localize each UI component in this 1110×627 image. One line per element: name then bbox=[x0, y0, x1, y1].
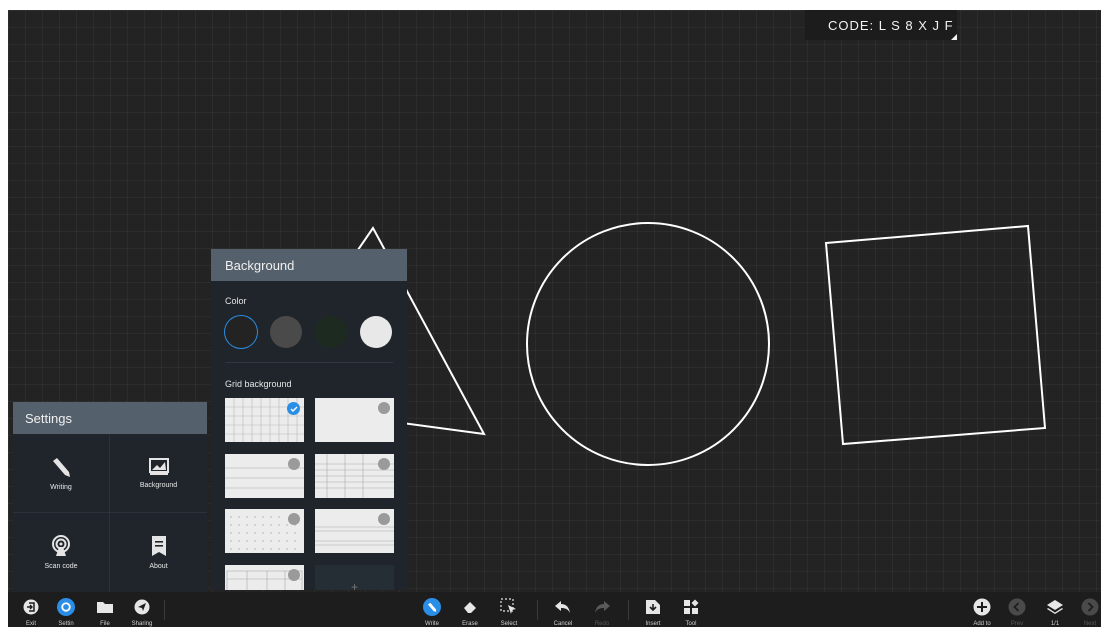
unselected-radio-icon bbox=[378, 402, 390, 414]
code-text: CODE: L S 8 X J F bbox=[828, 17, 954, 33]
grid-tile-dots[interactable] bbox=[225, 509, 304, 553]
pen-icon bbox=[423, 598, 441, 616]
exit-icon bbox=[22, 598, 40, 616]
settings-panel: Settings Writing Background Scan code Ab… bbox=[13, 402, 207, 592]
redo-button[interactable]: Redo bbox=[584, 592, 620, 627]
color-label: Color bbox=[225, 296, 247, 306]
toolbar-label: Exit bbox=[25, 621, 36, 627]
toolbar-separator bbox=[164, 600, 165, 620]
settings-title: Settings bbox=[13, 402, 207, 434]
background-panel: Background Color Grid background + bbox=[211, 249, 407, 590]
sharing-button[interactable]: Sharing bbox=[124, 592, 160, 627]
toolbar-label: Next bbox=[1083, 621, 1097, 627]
toolbar-label: Tool bbox=[685, 621, 697, 627]
unselected-radio-icon bbox=[288, 458, 300, 470]
settings-icon bbox=[57, 598, 75, 616]
code-badge: CODE: L S 8 X J F bbox=[805, 10, 957, 40]
grid-tile-square[interactable] bbox=[225, 398, 304, 442]
grid-background-label: Grid background bbox=[225, 379, 292, 389]
broadcast-icon bbox=[52, 535, 70, 556]
grid-tile-double-lines[interactable] bbox=[315, 509, 394, 553]
redo-icon bbox=[593, 598, 611, 616]
folder-icon bbox=[96, 598, 114, 616]
prev-page-icon bbox=[1008, 598, 1026, 616]
next-page-icon bbox=[1081, 598, 1099, 616]
prev-page-button[interactable]: Prev bbox=[999, 592, 1035, 627]
grid-tile-table[interactable] bbox=[225, 565, 304, 590]
pages-button[interactable]: 1/1 bbox=[1037, 592, 1073, 627]
toolbar-label: Write bbox=[425, 621, 439, 627]
toolbar-label: Cancel bbox=[553, 621, 573, 627]
corner-marker-icon bbox=[951, 34, 957, 40]
toolbar-label: Sharing bbox=[131, 621, 153, 627]
background-image-icon bbox=[148, 457, 169, 475]
layers-icon bbox=[1046, 598, 1064, 616]
toolbar-label: Select bbox=[500, 621, 518, 627]
insert-button[interactable]: Insert bbox=[635, 592, 671, 627]
grid-tile-lines[interactable] bbox=[225, 454, 304, 498]
toolbar-label: Erase bbox=[462, 621, 478, 627]
settings-item-writing[interactable]: Writing bbox=[13, 434, 110, 513]
toolbar-label: Redo bbox=[594, 621, 610, 627]
toolbar-label: Settin bbox=[58, 621, 74, 627]
quadrilateral-shape[interactable] bbox=[824, 224, 1047, 446]
settings-item-label: About bbox=[149, 563, 168, 570]
add-page-icon bbox=[973, 598, 991, 616]
pen-icon bbox=[53, 457, 70, 477]
apps-icon bbox=[682, 598, 700, 616]
unselected-radio-icon bbox=[378, 458, 390, 470]
whiteboard-app[interactable]: CODE: L S 8 X J F Settings Writing Backg… bbox=[8, 10, 1101, 627]
insert-icon bbox=[644, 598, 662, 616]
unselected-radio-icon bbox=[288, 513, 300, 525]
unselected-radio-icon bbox=[378, 513, 390, 525]
toolbar-label: Prev bbox=[1010, 621, 1024, 627]
send-icon bbox=[133, 598, 151, 616]
file-button[interactable]: File bbox=[87, 592, 123, 627]
circle-shape[interactable] bbox=[526, 222, 770, 466]
settings-item-about[interactable]: About bbox=[110, 513, 207, 592]
select-button[interactable]: Select bbox=[491, 592, 527, 627]
color-swatch-gray[interactable] bbox=[270, 316, 302, 348]
add-background-button[interactable]: + bbox=[315, 565, 394, 590]
bottom-toolbar: Exit Settin File Sharing Write Erase Sel… bbox=[8, 592, 1101, 627]
color-swatch-black[interactable] bbox=[225, 316, 257, 348]
grid-tile-music[interactable] bbox=[315, 454, 394, 498]
settings-item-label: Writing bbox=[50, 483, 72, 491]
background-title: Background bbox=[211, 249, 407, 281]
select-icon bbox=[500, 598, 518, 616]
add-page-button[interactable]: Add to bbox=[964, 592, 1000, 627]
color-swatch-white[interactable] bbox=[360, 316, 392, 348]
tool-button[interactable]: Tool bbox=[673, 592, 709, 627]
erase-button[interactable]: Erase bbox=[452, 592, 488, 627]
toolbar-separator bbox=[537, 600, 538, 620]
page-count: 1/1 bbox=[1050, 621, 1060, 627]
bookmark-icon bbox=[151, 536, 166, 556]
settings-button[interactable]: Settin bbox=[48, 592, 84, 627]
unselected-radio-icon bbox=[288, 569, 300, 581]
grid-tile-blank[interactable] bbox=[315, 398, 394, 442]
cancel-button[interactable]: Cancel bbox=[545, 592, 581, 627]
undo-icon bbox=[554, 598, 572, 616]
toolbar-label: Insert bbox=[645, 621, 661, 627]
next-page-button[interactable]: Next bbox=[1072, 592, 1101, 627]
plus-icon: + bbox=[350, 580, 358, 590]
divider bbox=[225, 362, 393, 363]
checkmark-icon bbox=[287, 402, 300, 415]
write-button[interactable]: Write bbox=[414, 592, 450, 627]
toolbar-label: File bbox=[100, 621, 110, 627]
settings-item-scan-code[interactable]: Scan code bbox=[13, 513, 110, 592]
exit-button[interactable]: Exit bbox=[13, 592, 49, 627]
toolbar-label: Add to bbox=[973, 621, 991, 627]
settings-item-label: Scan code bbox=[44, 563, 78, 570]
settings-item-background[interactable]: Background bbox=[110, 434, 207, 513]
toolbar-separator bbox=[628, 600, 629, 620]
settings-item-label: Background bbox=[139, 481, 178, 489]
color-swatch-green[interactable] bbox=[315, 316, 347, 348]
eraser-icon bbox=[461, 598, 479, 616]
